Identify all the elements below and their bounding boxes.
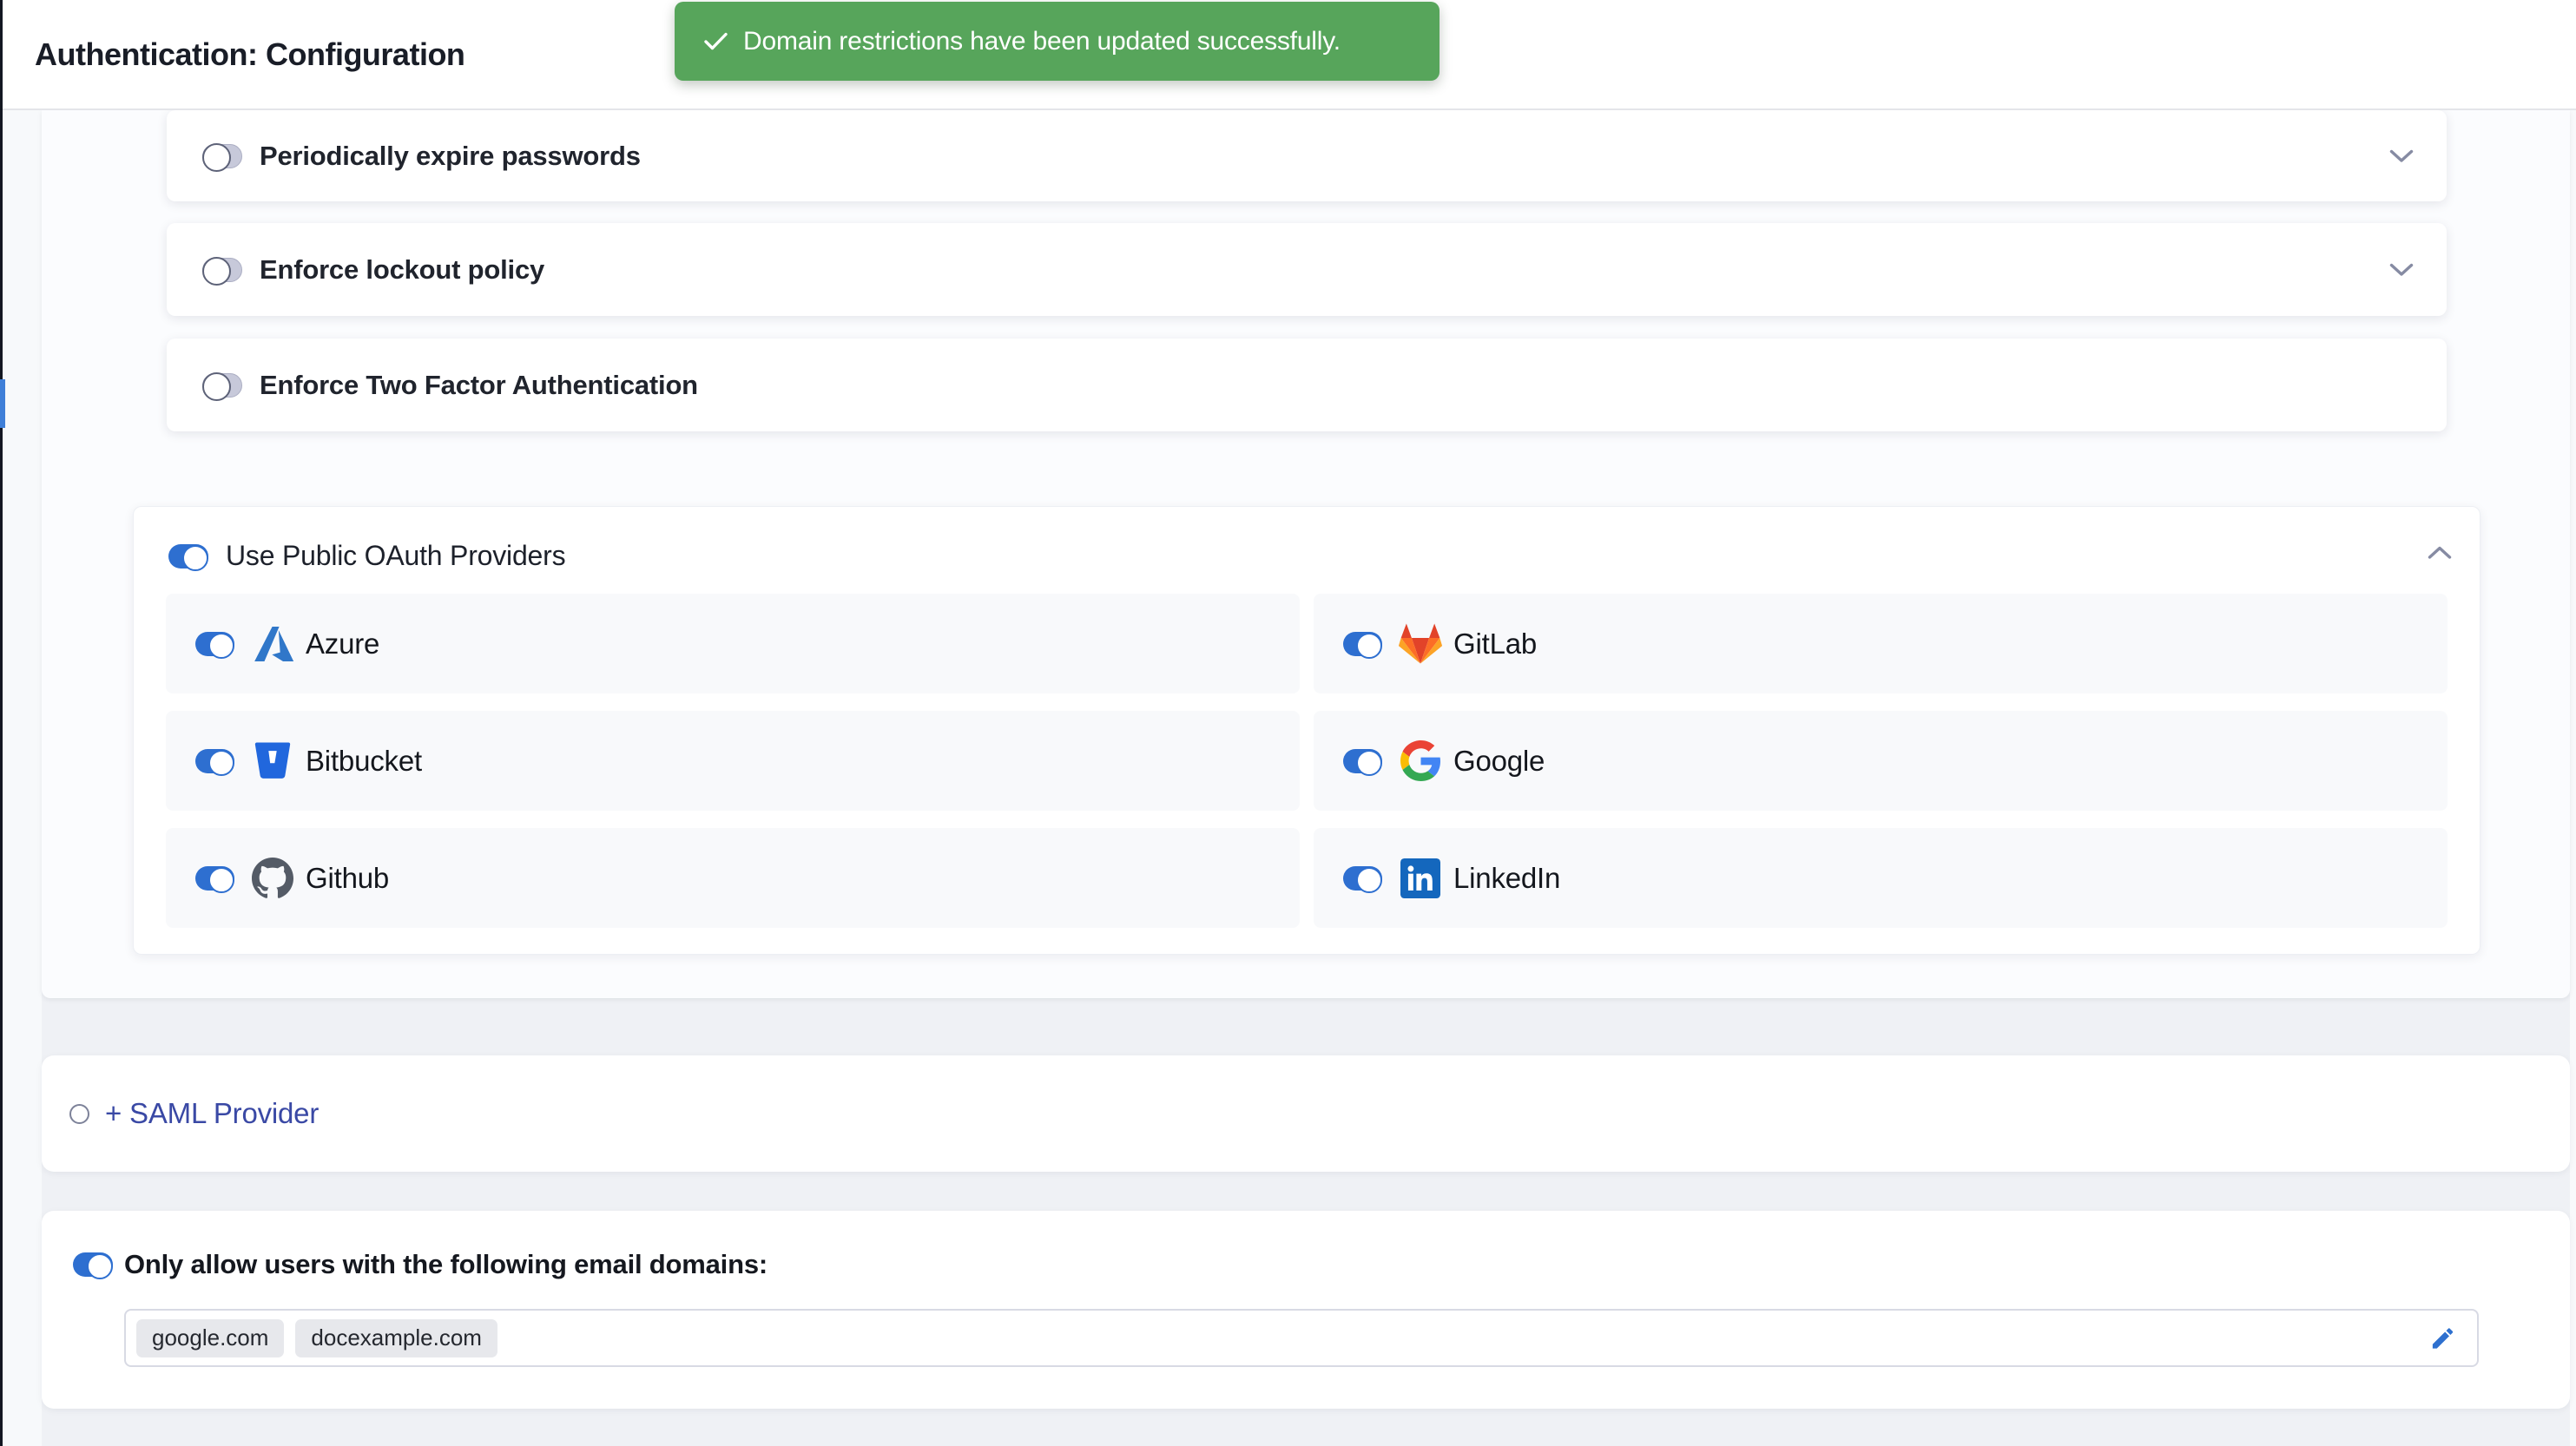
chevron-down-icon[interactable] [2389, 262, 2414, 277]
domain-tag: google.com [136, 1319, 284, 1357]
provider-row-google[interactable]: Google [1314, 711, 2448, 811]
email-domains-label: Only allow users with the following emai… [124, 1249, 768, 1280]
azure-toggle[interactable] [195, 632, 234, 656]
azure-icon [250, 621, 295, 667]
sidebar-edge [0, 0, 3, 1446]
success-toast: Domain restrictions have been updated su… [675, 2, 1440, 81]
left-gutter [3, 110, 42, 1446]
provider-row-linkedin[interactable]: LinkedIn [1314, 828, 2448, 928]
linkedin-toggle[interactable] [1343, 866, 1382, 891]
provider-row-bitbucket[interactable]: Bitbucket [166, 711, 1300, 811]
provider-row-github[interactable]: Github [166, 828, 1300, 928]
gitlab-icon [1398, 621, 1443, 667]
gitlab-toggle[interactable] [1343, 632, 1382, 656]
setting-label: Enforce lockout policy [260, 254, 544, 286]
two-factor-toggle[interactable] [202, 373, 242, 398]
bitbucket-toggle[interactable] [195, 749, 234, 773]
provider-label: Google [1453, 745, 1545, 778]
oauth-providers-toggle[interactable] [168, 544, 208, 569]
edit-domains-button[interactable] [2429, 1324, 2456, 1351]
linkedin-icon [1398, 856, 1443, 901]
check-icon [704, 32, 728, 50]
email-domains-input[interactable]: google.com docexample.com [124, 1309, 2479, 1367]
provider-label: GitLab [1453, 628, 1537, 661]
toast-message: Domain restrictions have been updated su… [743, 27, 1341, 56]
setting-label: Enforce Two Factor Authentication [260, 370, 698, 401]
scroll-position-indicator[interactable] [0, 379, 5, 428]
authentication-configuration-page: Authentication: Configuration Domain res… [0, 0, 2576, 1446]
saml-provider-card: + SAML Provider [42, 1055, 2570, 1172]
setting-label: Periodically expire passwords [260, 141, 641, 172]
bitbucket-icon [250, 739, 295, 784]
pencil-icon [2429, 1324, 2456, 1351]
google-icon [1398, 739, 1443, 784]
email-domains-card: Only allow users with the following emai… [42, 1211, 2570, 1409]
provider-row-azure[interactable]: Azure [166, 594, 1300, 693]
domain-tag: docexample.com [295, 1319, 497, 1357]
email-domains-header: Only allow users with the following emai… [73, 1249, 768, 1280]
expire-passwords-toggle[interactable] [202, 144, 242, 168]
add-saml-provider-link[interactable]: + SAML Provider [105, 1097, 319, 1130]
google-toggle[interactable] [1343, 749, 1382, 773]
oauth-provider-grid: Azure [166, 594, 2448, 928]
settings-panel: Periodically expire passwords Enforce lo… [42, 110, 2570, 998]
github-toggle[interactable] [195, 866, 234, 891]
email-domains-toggle[interactable] [73, 1252, 113, 1277]
setting-row-lockout-policy[interactable]: Enforce lockout policy [167, 223, 2447, 316]
provider-label: Azure [306, 628, 379, 661]
setting-row-two-factor[interactable]: Enforce Two Factor Authentication [167, 338, 2447, 431]
chevron-up-icon[interactable] [2428, 545, 2452, 560]
chevron-down-icon[interactable] [2389, 148, 2414, 163]
saml-radio[interactable] [69, 1104, 89, 1124]
provider-label: Bitbucket [306, 745, 422, 778]
provider-row-gitlab[interactable]: GitLab [1314, 594, 2448, 693]
oauth-providers-section: Use Public OAuth Providers [133, 506, 2480, 955]
oauth-section-label: Use Public OAuth Providers [226, 540, 565, 572]
provider-label: LinkedIn [1453, 862, 1560, 895]
github-icon [250, 856, 295, 901]
provider-label: Github [306, 862, 389, 895]
lockout-policy-toggle[interactable] [202, 258, 242, 282]
setting-row-expire-passwords[interactable]: Periodically expire passwords [167, 110, 2447, 201]
oauth-section-header: Use Public OAuth Providers [168, 540, 2401, 572]
page-title: Authentication: Configuration [35, 0, 464, 108]
right-gutter [2570, 110, 2576, 1446]
